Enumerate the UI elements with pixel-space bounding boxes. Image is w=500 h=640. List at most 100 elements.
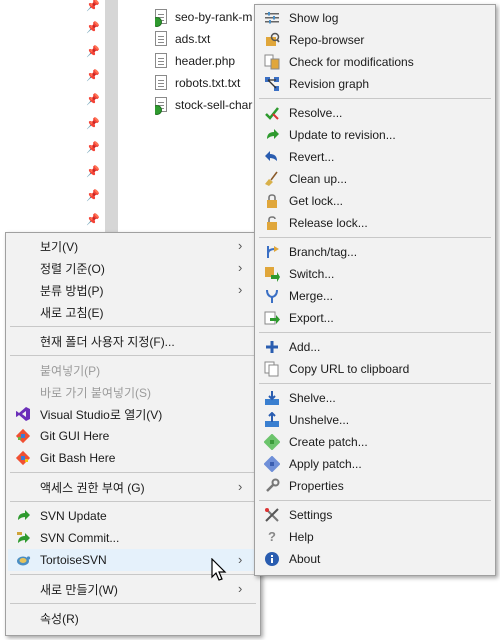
menu-item-properties[interactable]: 속성(R)	[8, 607, 258, 629]
menu-item-give-access[interactable]: 액세스 권한 부여 (G) ›	[8, 476, 258, 498]
menu-item-label: 보기(V)	[40, 239, 79, 254]
menu-item-git-bash[interactable]: Git Bash Here	[8, 447, 258, 469]
menu-item-apply-patch[interactable]: Apply patch...	[257, 453, 493, 475]
menu-item-label: Merge...	[289, 289, 334, 303]
menu-item-label: 정렬 기준(O)	[40, 261, 105, 276]
menu-item-branch-tag[interactable]: Branch/tag...	[257, 241, 493, 263]
lock-icon	[264, 193, 280, 209]
chevron-right-icon: ›	[238, 581, 243, 596]
menu-item-update-to-revision[interactable]: Update to revision...	[257, 124, 493, 146]
menu-item-merge[interactable]: Merge...	[257, 285, 493, 307]
menu-item-sort[interactable]: 정렬 기준(O) ›	[8, 257, 258, 279]
file-item[interactable]: seo-by-rank-m	[155, 6, 265, 28]
pin-icon[interactable]: 📌	[86, 142, 100, 154]
menu-item-copy-url[interactable]: Copy URL to clipboard	[257, 358, 493, 380]
menu-item-paste-shortcut: 바로 가기 붙여넣기(S)	[8, 381, 258, 403]
menu-item-label: 속성(R)	[40, 611, 79, 626]
menu-item-label: Visual Studio로 열기(V)	[40, 407, 163, 422]
file-item[interactable]: stock-sell-char	[155, 94, 265, 116]
mouse-cursor-icon	[211, 558, 227, 581]
pin-icon[interactable]: 📌	[86, 190, 100, 202]
menu-item-unshelve[interactable]: Unshelve...	[257, 409, 493, 431]
pin-icon[interactable]: 📌	[86, 118, 100, 130]
pin-icon[interactable]: 📌	[86, 70, 100, 82]
menu-item-label: Update to revision...	[289, 128, 396, 142]
menu-item-label: 새로 고침(E)	[40, 305, 104, 320]
menu-item-release-lock[interactable]: Release lock...	[257, 212, 493, 234]
menu-item-label: Show log	[289, 11, 339, 25]
update-revision-icon	[264, 127, 280, 143]
menu-item-svn-commit[interactable]: SVN Commit...	[8, 527, 258, 549]
settings-tools-icon	[264, 507, 280, 523]
menu-item-settings[interactable]: Settings	[257, 504, 493, 526]
menu-item-label: TortoiseSVN	[40, 553, 107, 567]
scrollbar[interactable]	[105, 0, 118, 236]
menu-item-resolve[interactable]: Resolve...	[257, 102, 493, 124]
svn-commit-icon	[15, 530, 31, 546]
menu-item-label: Get lock...	[289, 194, 344, 208]
menu-separator	[10, 355, 256, 356]
menu-item-repo-browser[interactable]: Repo-browser	[257, 29, 493, 51]
menu-item-label: Git GUI Here	[40, 429, 110, 443]
pin-icon[interactable]: 📌	[86, 22, 100, 34]
menu-item-about[interactable]: About	[257, 548, 493, 570]
chevron-right-icon: ›	[238, 552, 243, 567]
menu-item-label: 분류 방법(P)	[40, 283, 104, 298]
chevron-right-icon: ›	[238, 238, 243, 253]
menu-item-revert[interactable]: Revert...	[257, 146, 493, 168]
revert-icon	[264, 149, 280, 165]
menu-item-label: Copy URL to clipboard	[289, 362, 410, 376]
menu-item-create-patch[interactable]: Create patch...	[257, 431, 493, 453]
menu-item-check-modifications[interactable]: Check for modifications	[257, 51, 493, 73]
menu-item-label: Settings	[289, 508, 333, 522]
menu-separator	[10, 603, 256, 604]
menu-item-view[interactable]: 보기(V) ›	[8, 235, 258, 257]
file-item[interactable]: ads.txt	[155, 28, 265, 50]
menu-item-paste: 붙여넣기(P)	[8, 359, 258, 381]
menu-item-shelve[interactable]: Shelve...	[257, 387, 493, 409]
menu-item-properties-svn[interactable]: Properties	[257, 475, 493, 497]
menu-item-git-gui[interactable]: Git GUI Here	[8, 425, 258, 447]
menu-item-label: Repo-browser	[289, 33, 365, 47]
menu-separator	[10, 501, 256, 502]
file-item[interactable]: header.php	[155, 50, 265, 72]
branch-icon	[264, 244, 280, 260]
pin-icon[interactable]: 📌	[86, 0, 100, 12]
apply-patch-icon	[264, 456, 280, 472]
pin-icon[interactable]: 📌	[86, 214, 100, 226]
menu-item-show-log[interactable]: Show log	[257, 7, 493, 29]
git-bash-icon	[15, 450, 31, 466]
menu-item-clean-up[interactable]: Clean up...	[257, 168, 493, 190]
menu-item-get-lock[interactable]: Get lock...	[257, 190, 493, 212]
broom-icon	[264, 171, 280, 187]
pin-icon[interactable]: 📌	[86, 166, 100, 178]
menu-item-svn-update[interactable]: SVN Update	[8, 505, 258, 527]
unshelve-icon	[264, 412, 280, 428]
menu-item-open-visual-studio[interactable]: Visual Studio로 열기(V)	[8, 403, 258, 425]
file-name: stock-sell-char	[175, 98, 253, 112]
menu-item-label: Add...	[289, 340, 321, 354]
pin-icon[interactable]: 📌	[86, 94, 100, 106]
menu-item-export[interactable]: Export...	[257, 307, 493, 329]
info-icon	[264, 551, 280, 567]
menu-item-switch[interactable]: Switch...	[257, 263, 493, 285]
svn-update-icon	[15, 508, 31, 524]
menu-item-label: Branch/tag...	[289, 245, 358, 259]
file-list: seo-by-rank-m ads.txt header.php robots.…	[155, 6, 265, 116]
repo-browser-icon	[264, 32, 280, 48]
file-name: seo-by-rank-m	[175, 10, 253, 24]
menu-item-group[interactable]: 분류 방법(P) ›	[8, 279, 258, 301]
menu-item-label: Git Bash Here	[40, 451, 116, 465]
file-item[interactable]: robots.txt.txt	[155, 72, 265, 94]
menu-item-add[interactable]: Add...	[257, 336, 493, 358]
menu-item-help[interactable]: ? Help	[257, 526, 493, 548]
menu-item-label: 새로 만들기(W)	[40, 582, 118, 597]
menu-item-refresh[interactable]: 새로 고침(E)	[8, 301, 258, 323]
menu-item-customize-folder[interactable]: 현재 폴더 사용자 지정(F)...	[8, 330, 258, 352]
menu-item-revision-graph[interactable]: Revision graph	[257, 73, 493, 95]
menu-item-label: Revert...	[289, 150, 335, 164]
chevron-right-icon: ›	[238, 282, 243, 297]
menu-separator	[259, 500, 491, 501]
pin-icon[interactable]: 📌	[86, 46, 100, 58]
svn-file-icon	[155, 9, 169, 27]
